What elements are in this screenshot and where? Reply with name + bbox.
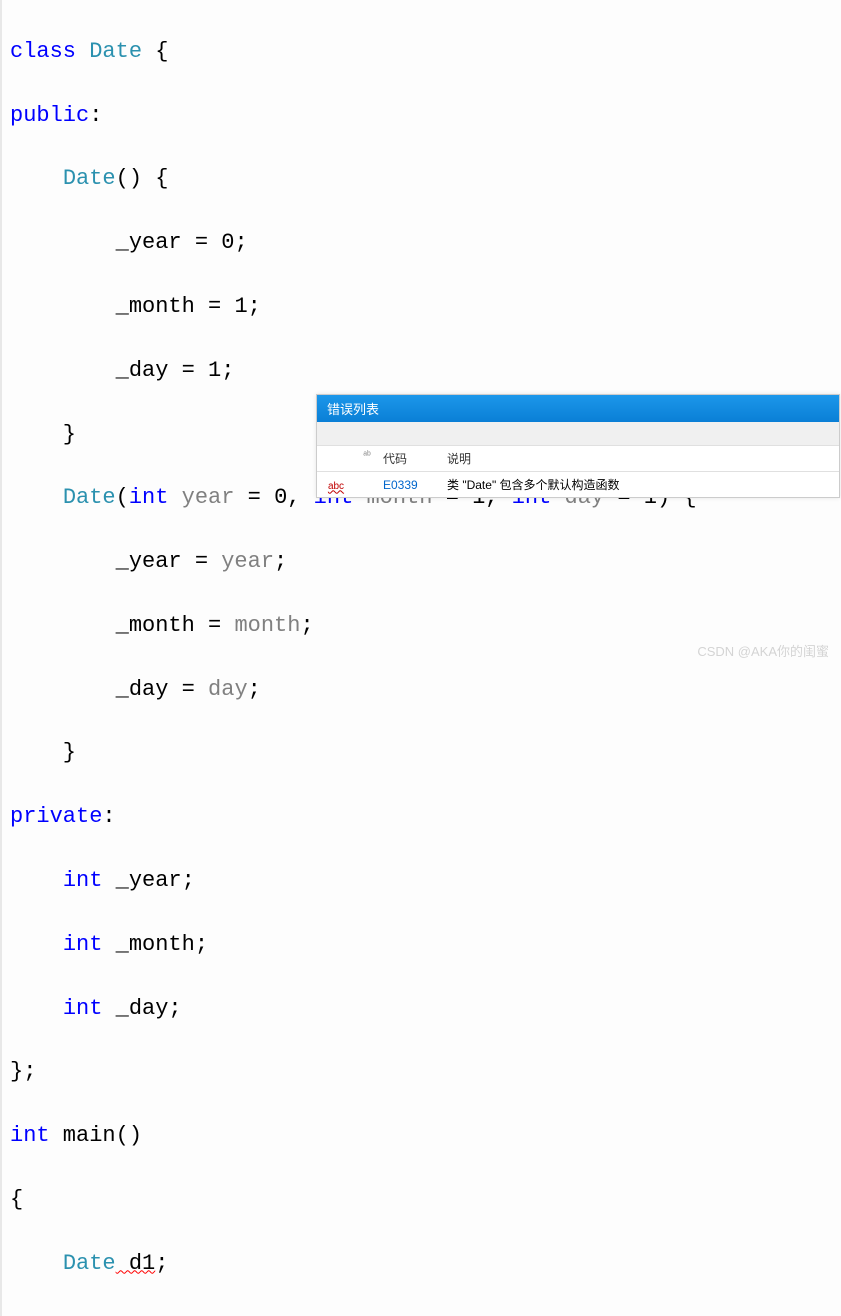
code-line: Date() { xyxy=(10,163,833,195)
code-line: }; xyxy=(10,1056,833,1088)
code-line: int main() xyxy=(10,1120,833,1152)
code-line: { xyxy=(10,1184,833,1216)
code-line: } xyxy=(10,737,833,769)
code-line: class Date { xyxy=(10,36,833,68)
code-line: int _year; xyxy=(10,865,833,897)
error-list-panel: 错误列表 ᵃᵇ 代码 说明 abc E0339 类 "Date" 包含多个默认构… xyxy=(316,394,840,498)
header-code[interactable]: 代码 xyxy=(379,450,439,467)
error-row[interactable]: abc E0339 类 "Date" 包含多个默认构造函数 xyxy=(317,472,839,497)
code-line: private: xyxy=(10,801,833,833)
error-icon: abc xyxy=(317,478,355,492)
code-line: _year = year; xyxy=(10,546,833,578)
code-line: int _month; xyxy=(10,929,833,961)
code-line: _day = day; xyxy=(10,674,833,706)
code-line: int _day; xyxy=(10,993,833,1025)
code-line: Date d1; xyxy=(10,1248,833,1280)
header-description[interactable]: 说明 xyxy=(439,450,839,467)
error-table-header: ᵃᵇ 代码 说明 xyxy=(317,446,839,472)
code-line: _day = 1; xyxy=(10,355,833,387)
code-line: public: xyxy=(10,100,833,132)
code-line: _year = 0; xyxy=(10,227,833,259)
code-line: _month = month; xyxy=(10,610,833,642)
panel-toolbar[interactable] xyxy=(317,422,839,446)
error-description: 类 "Date" 包含多个默认构造函数 xyxy=(439,476,839,493)
error-code: E0339 xyxy=(379,478,439,492)
header-suppress[interactable]: ᵃᵇ xyxy=(355,450,379,467)
code-line: _month = 1; xyxy=(10,291,833,323)
panel-title: 错误列表 xyxy=(317,395,839,422)
watermark: CSDN @AKA你的闺蜜 xyxy=(697,641,829,660)
